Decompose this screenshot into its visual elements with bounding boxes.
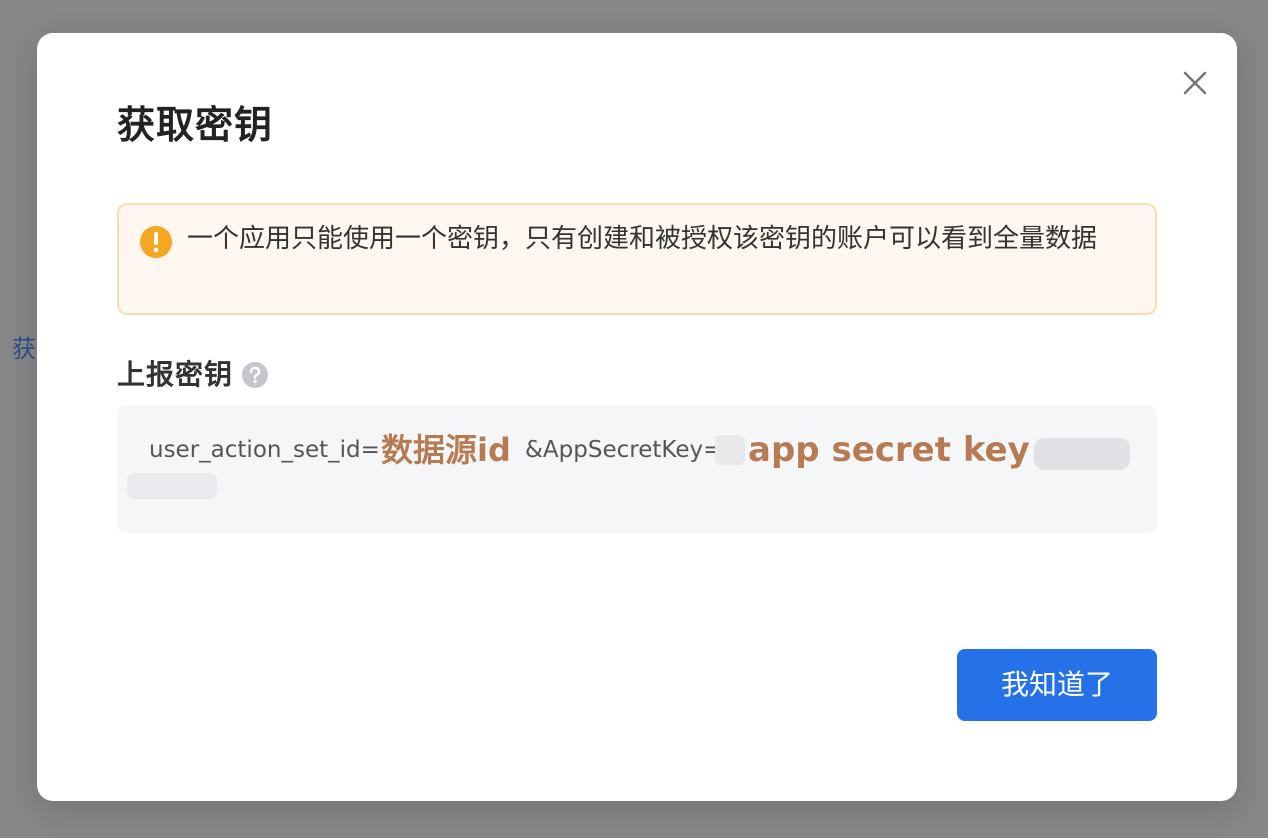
warning-icon (140, 226, 172, 258)
redacted-secret-block (715, 435, 745, 465)
source-id-annotation: 数据源id (381, 431, 511, 469)
warning-alert: 一个应用只能使用一个密钥，只有创建和被授权该密钥的账户可以看到全量数据 (117, 203, 1157, 315)
key-prefix-text: user_action_set_id= (149, 437, 380, 463)
close-icon[interactable] (1177, 65, 1213, 101)
alert-message: 一个应用只能使用一个密钥，只有创建和被授权该密钥的账户可以看到全量数据 (187, 224, 1098, 254)
key-label: 上报密钥 (117, 358, 234, 391)
modal-title: 获取密钥 (117, 103, 274, 147)
secret-key-box[interactable]: user_action_set_id= 数据源id &AppSecretKey=… (117, 405, 1157, 533)
background-partial-text: 获 (12, 335, 36, 363)
secret-key-annotation: app secret key (748, 430, 1030, 470)
question-mark-icon[interactable] (241, 361, 269, 389)
redacted-secret-block (1034, 438, 1130, 470)
redacted-secret-block (127, 473, 217, 499)
secret-key-modal: 获取密钥 一个应用只能使用一个密钥，只有创建和被授权该密钥的账户可以看到全量数据… (37, 33, 1237, 801)
confirm-button[interactable]: 我知道了 (957, 649, 1157, 721)
key-param-text: &AppSecretKey= (525, 437, 723, 463)
key-label-row: 上报密钥 (117, 355, 269, 395)
